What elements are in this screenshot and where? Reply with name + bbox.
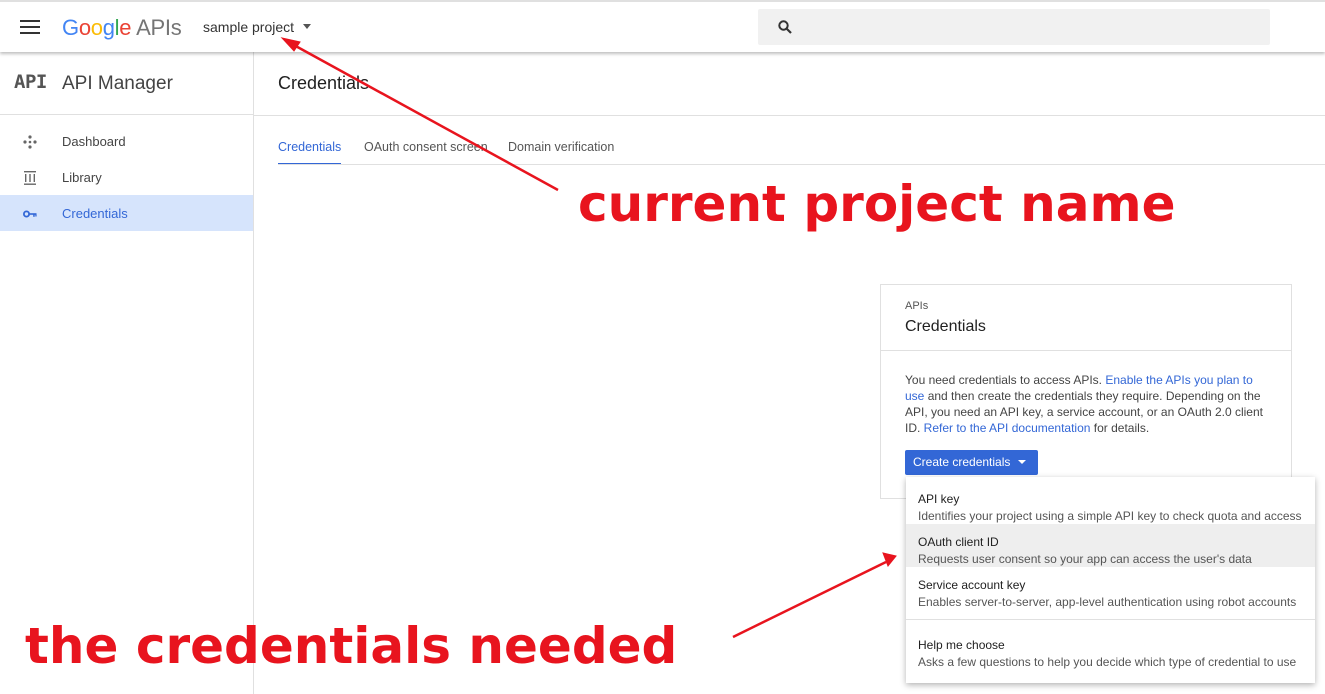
- arrow-to-oauth-client-id: [732, 560, 887, 639]
- arrow-to-project-name: [291, 42, 559, 192]
- annotation-project-name: current project name: [578, 175, 1176, 233]
- annotation-credentials-needed: the credentials needed: [25, 617, 678, 675]
- arrow-head: [882, 552, 897, 567]
- arrow-head: [280, 37, 301, 52]
- annotation-arrows: [280, 37, 897, 639]
